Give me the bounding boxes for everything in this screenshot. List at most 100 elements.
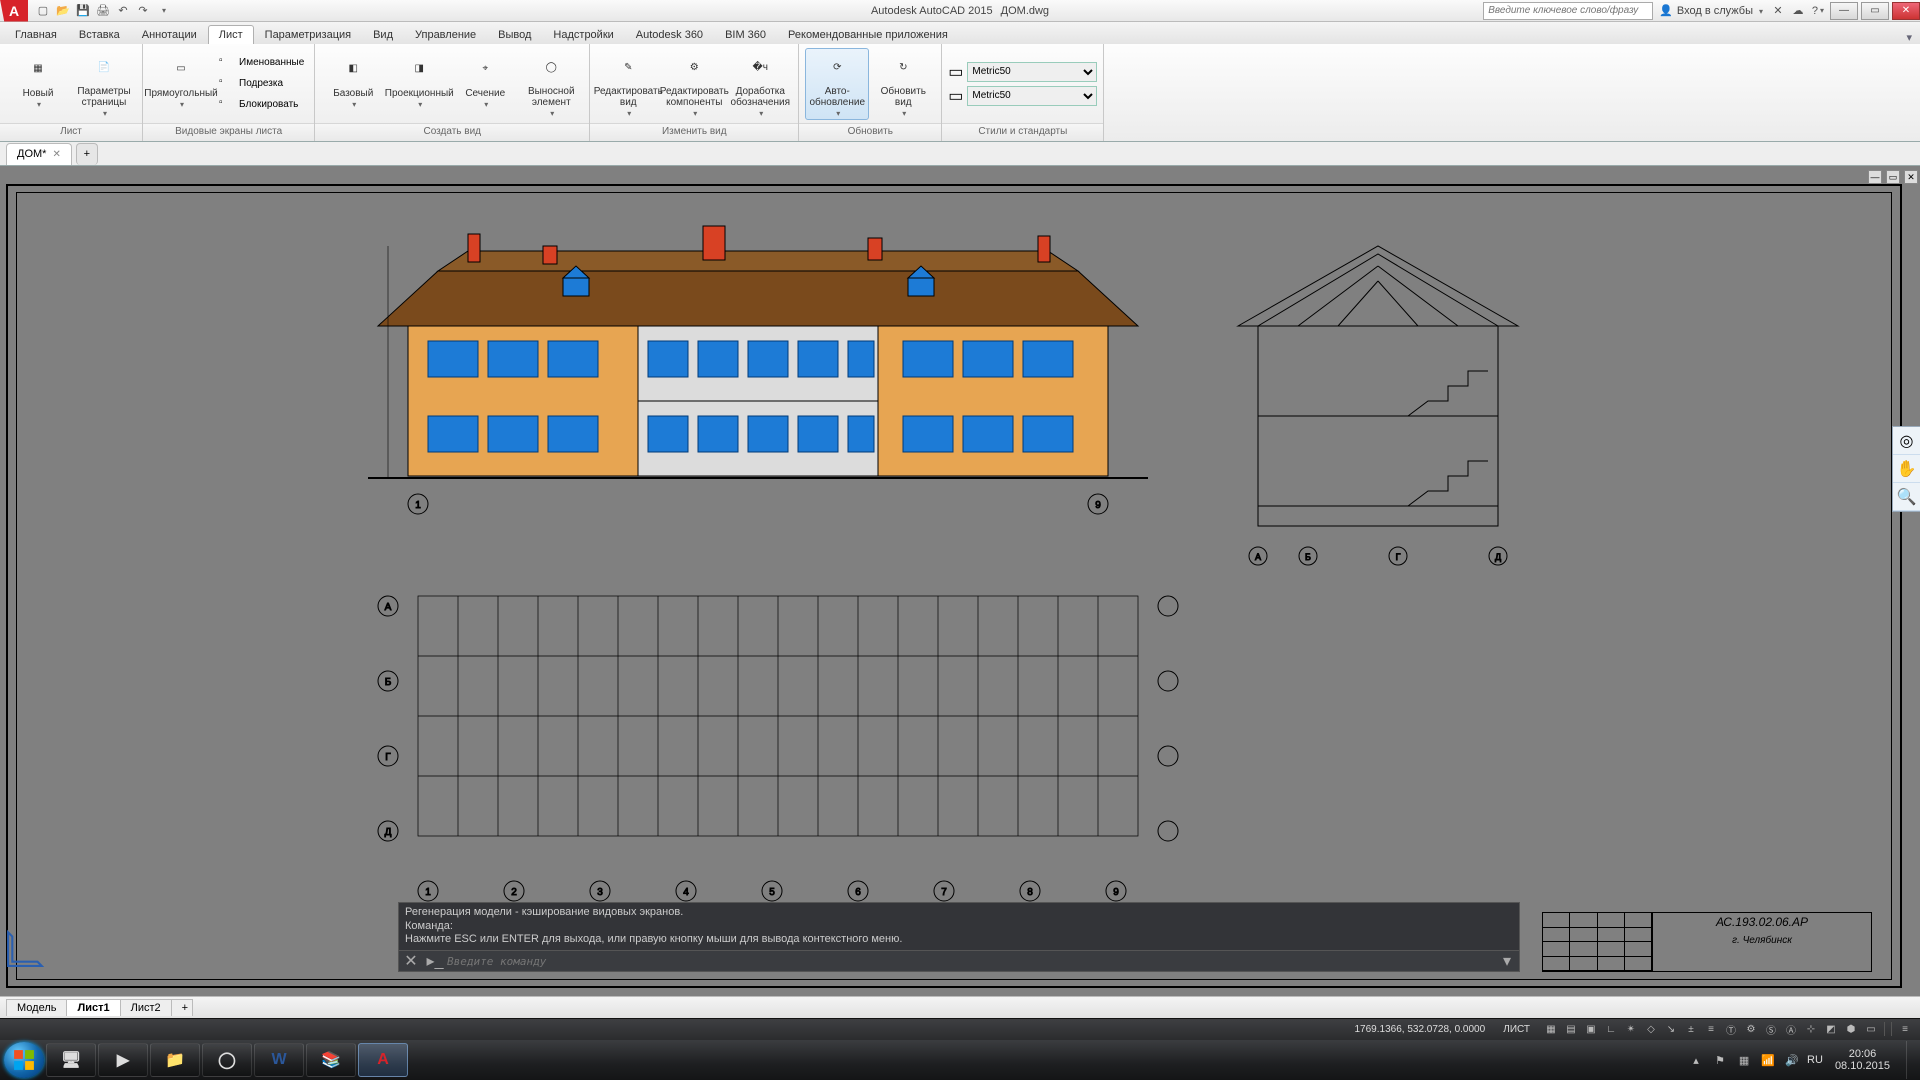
taskbar-app-autocad[interactable]: A bbox=[358, 1043, 408, 1077]
ribbon-tab-вид[interactable]: Вид bbox=[362, 25, 404, 44]
qat-undo-icon[interactable]: ↶ bbox=[114, 2, 132, 20]
document-tab[interactable]: ДОМ* ✕ bbox=[6, 143, 72, 165]
command-input[interactable] bbox=[447, 955, 1495, 968]
signin-icon[interactable]: 👤 bbox=[1659, 4, 1673, 17]
exchange-icon[interactable]: ✕ bbox=[1769, 2, 1787, 20]
ribbon-tab-главная[interactable]: Главная bbox=[4, 25, 68, 44]
taskbar-app-chrome[interactable]: ◯ bbox=[202, 1043, 252, 1077]
command-recent-icon[interactable]: ▾ bbox=[1498, 952, 1516, 970]
zoom-extents-icon[interactable]: 🔍 bbox=[1893, 483, 1920, 511]
detail-view[interactable]: ◯Выносной элемент bbox=[519, 48, 583, 120]
status-osnap-toggle[interactable]: ◇ bbox=[1642, 1022, 1660, 1038]
status-snap-toggle[interactable]: ▣ bbox=[1582, 1022, 1600, 1038]
qat-save-icon[interactable]: 💾 bbox=[74, 2, 92, 20]
command-close-icon[interactable]: ✕ bbox=[402, 952, 420, 970]
status-polar-toggle[interactable]: ✴ bbox=[1622, 1022, 1640, 1038]
taskbar-app-folder[interactable]: 📁 bbox=[150, 1043, 200, 1077]
tray-up-icon[interactable]: ▴ bbox=[1687, 1052, 1705, 1068]
infocenter-search-input[interactable] bbox=[1483, 2, 1653, 20]
lock-viewport-icon: ▫ bbox=[219, 97, 235, 113]
ribbon-panel-menu[interactable]: ▾ bbox=[1898, 31, 1920, 44]
minimize-button[interactable]: — bbox=[1830, 2, 1858, 20]
drawing-area[interactable]: 1 9 bbox=[0, 166, 1920, 996]
tray-language[interactable]: RU bbox=[1807, 1054, 1823, 1066]
status-clean-toggle[interactable]: ▭ bbox=[1862, 1022, 1880, 1038]
close-button[interactable]: ✕ bbox=[1892, 2, 1920, 20]
ribbon-tab-параметризация[interactable]: Параметризация bbox=[254, 25, 362, 44]
steering-wheel-icon[interactable]: ◎ bbox=[1893, 427, 1920, 455]
layout-tab[interactable]: Лист1 bbox=[66, 999, 120, 1016]
qat-redo-icon[interactable]: ↷ bbox=[134, 2, 152, 20]
clip-viewport[interactable]: ▫Подрезка bbox=[215, 74, 308, 94]
help-menu[interactable]: ? bbox=[1809, 2, 1827, 20]
taskbar-clock[interactable]: 20:06 08.10.2015 bbox=[1835, 1048, 1890, 1072]
style-combo-1[interactable]: Metric50 bbox=[967, 86, 1097, 106]
ribbon-tab-вывод[interactable]: Вывод bbox=[487, 25, 542, 44]
status-ortho-toggle[interactable]: ∟ bbox=[1602, 1022, 1620, 1038]
rectangular-viewport[interactable]: ▭Прямоугольный bbox=[149, 48, 213, 120]
layout-tab[interactable]: Модель bbox=[6, 999, 67, 1016]
start-button[interactable] bbox=[4, 1042, 44, 1078]
status-wcs-toggle[interactable]: ⊹ bbox=[1802, 1022, 1820, 1038]
qat-more[interactable] bbox=[154, 2, 172, 20]
named-viewports[interactable]: ▫Именованные bbox=[215, 53, 308, 73]
status-model-toggle[interactable]: ▦ bbox=[1542, 1022, 1560, 1038]
lock-viewport[interactable]: ▫Блокировать bbox=[215, 95, 308, 115]
ribbon-tab-надстройки[interactable]: Надстройки bbox=[542, 25, 624, 44]
status-customize-menu[interactable]: ≡ bbox=[1896, 1022, 1914, 1038]
qat-open-icon[interactable]: 📂 bbox=[54, 2, 72, 20]
status-hw-toggle[interactable]: ⬢ bbox=[1842, 1022, 1860, 1038]
status-lwt-toggle[interactable]: ≡ bbox=[1702, 1022, 1720, 1038]
ribbon-tab-лист[interactable]: Лист bbox=[208, 25, 254, 44]
new-layout[interactable]: ▦Новый bbox=[6, 48, 70, 120]
viewport-restore-button[interactable]: ▭ bbox=[1886, 170, 1900, 184]
taskbar-app-mediaplayer[interactable]: ▶ bbox=[98, 1043, 148, 1077]
status-ann-toggle[interactable]: Ⓐ bbox=[1782, 1022, 1800, 1038]
pan-icon[interactable]: ✋ bbox=[1893, 455, 1920, 483]
app-menu-button[interactable]: A bbox=[0, 0, 28, 22]
ribbon-tab-рекомендованные приложения[interactable]: Рекомендованные приложения bbox=[777, 25, 959, 44]
add-layout-tab[interactable]: + bbox=[171, 999, 193, 1016]
base-view[interactable]: ◧Базовый bbox=[321, 48, 385, 120]
tray-action-icon[interactable]: ▦ bbox=[1735, 1052, 1753, 1068]
taskbar-app-word[interactable]: W bbox=[254, 1043, 304, 1077]
ribbon-tab-autodesk 360[interactable]: Autodesk 360 bbox=[625, 25, 714, 44]
qat-new-icon[interactable]: ▢ bbox=[34, 2, 52, 20]
ribbon-tab-вставка[interactable]: Вставка bbox=[68, 25, 131, 44]
update-view[interactable]: ↻Обновить вид bbox=[871, 48, 935, 120]
ribbon-tab-управление[interactable]: Управление bbox=[404, 25, 487, 44]
symbol-sketch[interactable]: �чДоработка обозначения bbox=[728, 48, 792, 120]
taskbar-app-explorer[interactable]: 🖥 bbox=[46, 1043, 96, 1077]
status-dyn-toggle[interactable]: ± bbox=[1682, 1022, 1700, 1038]
signin-menu[interactable] bbox=[1757, 5, 1763, 17]
show-desktop-button[interactable] bbox=[1906, 1041, 1916, 1079]
status-sc-toggle[interactable]: Ⓢ bbox=[1762, 1022, 1780, 1038]
tray-volume-icon[interactable]: 🔊 bbox=[1783, 1052, 1801, 1068]
style-combo-0[interactable]: Metric50 bbox=[967, 62, 1097, 82]
viewport-minimize-button[interactable]: — bbox=[1868, 170, 1882, 184]
status-qp-toggle[interactable]: ⚙ bbox=[1742, 1022, 1760, 1038]
section-view[interactable]: ⌖Сечение bbox=[453, 48, 517, 120]
ribbon-tab-аннотации[interactable]: Аннотации bbox=[131, 25, 208, 44]
status-iso-toggle[interactable]: ◩ bbox=[1822, 1022, 1840, 1038]
status-grid-toggle[interactable]: ▤ bbox=[1562, 1022, 1580, 1038]
edit-view[interactable]: ✎Редактировать вид bbox=[596, 48, 660, 120]
stayconnected-icon[interactable]: ☁ bbox=[1789, 2, 1807, 20]
new-document-tab[interactable]: + bbox=[76, 143, 98, 165]
status-tpy-toggle[interactable]: Ⓣ bbox=[1722, 1022, 1740, 1038]
tray-flag-icon[interactable]: ⚑ bbox=[1711, 1052, 1729, 1068]
viewport-close-button[interactable]: ✕ bbox=[1904, 170, 1918, 184]
edit-components[interactable]: ⚙Редактировать компоненты bbox=[662, 48, 726, 120]
layout-tab[interactable]: Лист2 bbox=[120, 999, 172, 1016]
tray-network-icon[interactable]: 📶 bbox=[1759, 1052, 1777, 1068]
page-setup[interactable]: 📄Параметры страницы bbox=[72, 48, 136, 120]
taskbar-app-winrar[interactable]: 📚 bbox=[306, 1043, 356, 1077]
status-otrack-toggle[interactable]: ↘ bbox=[1662, 1022, 1680, 1038]
signin-label[interactable]: Вход в службы bbox=[1677, 5, 1753, 17]
qat-print-icon[interactable]: 🖨 bbox=[94, 2, 112, 20]
projected-view[interactable]: ◨Проекционный bbox=[387, 48, 451, 120]
ribbon-tab-bim 360[interactable]: BIM 360 bbox=[714, 25, 777, 44]
auto-update[interactable]: ⟳Авто-обновление bbox=[805, 48, 869, 120]
restore-button[interactable]: ▭ bbox=[1861, 2, 1889, 20]
close-tab-icon[interactable]: ✕ bbox=[52, 149, 60, 160]
